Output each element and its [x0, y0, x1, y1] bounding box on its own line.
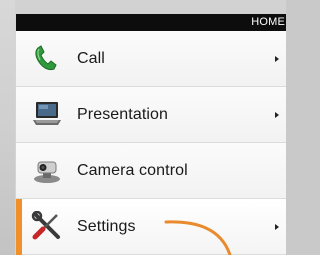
menu-header: HOME [16, 14, 286, 31]
menu-item-label: Call [77, 50, 105, 67]
camera-icon [30, 155, 64, 185]
menu-item-camera-control[interactable]: Camera control [16, 143, 286, 199]
menu-item-presentation[interactable]: Presentation [16, 87, 286, 143]
window-left-edge [0, 0, 15, 255]
phone-handset-icon [30, 43, 64, 73]
wrench-screwdriver-icon [30, 210, 64, 241]
home-menu-panel: HOME Call Presentation Camera control Se… [15, 14, 286, 255]
chevron-right-icon [273, 220, 281, 232]
window-top-edge [0, 0, 286, 14]
chevron-right-icon [273, 52, 281, 64]
menu-item-label: Camera control [77, 162, 188, 179]
menu-item-label: Settings [77, 218, 136, 235]
selection-indicator [16, 199, 22, 255]
menu-item-settings[interactable]: Settings [16, 199, 286, 255]
laptop-icon [30, 99, 64, 129]
header-title: HOME [251, 16, 285, 28]
menu-item-label: Presentation [77, 106, 169, 123]
chevron-right-icon [273, 108, 281, 120]
menu-item-call[interactable]: Call [16, 31, 286, 87]
